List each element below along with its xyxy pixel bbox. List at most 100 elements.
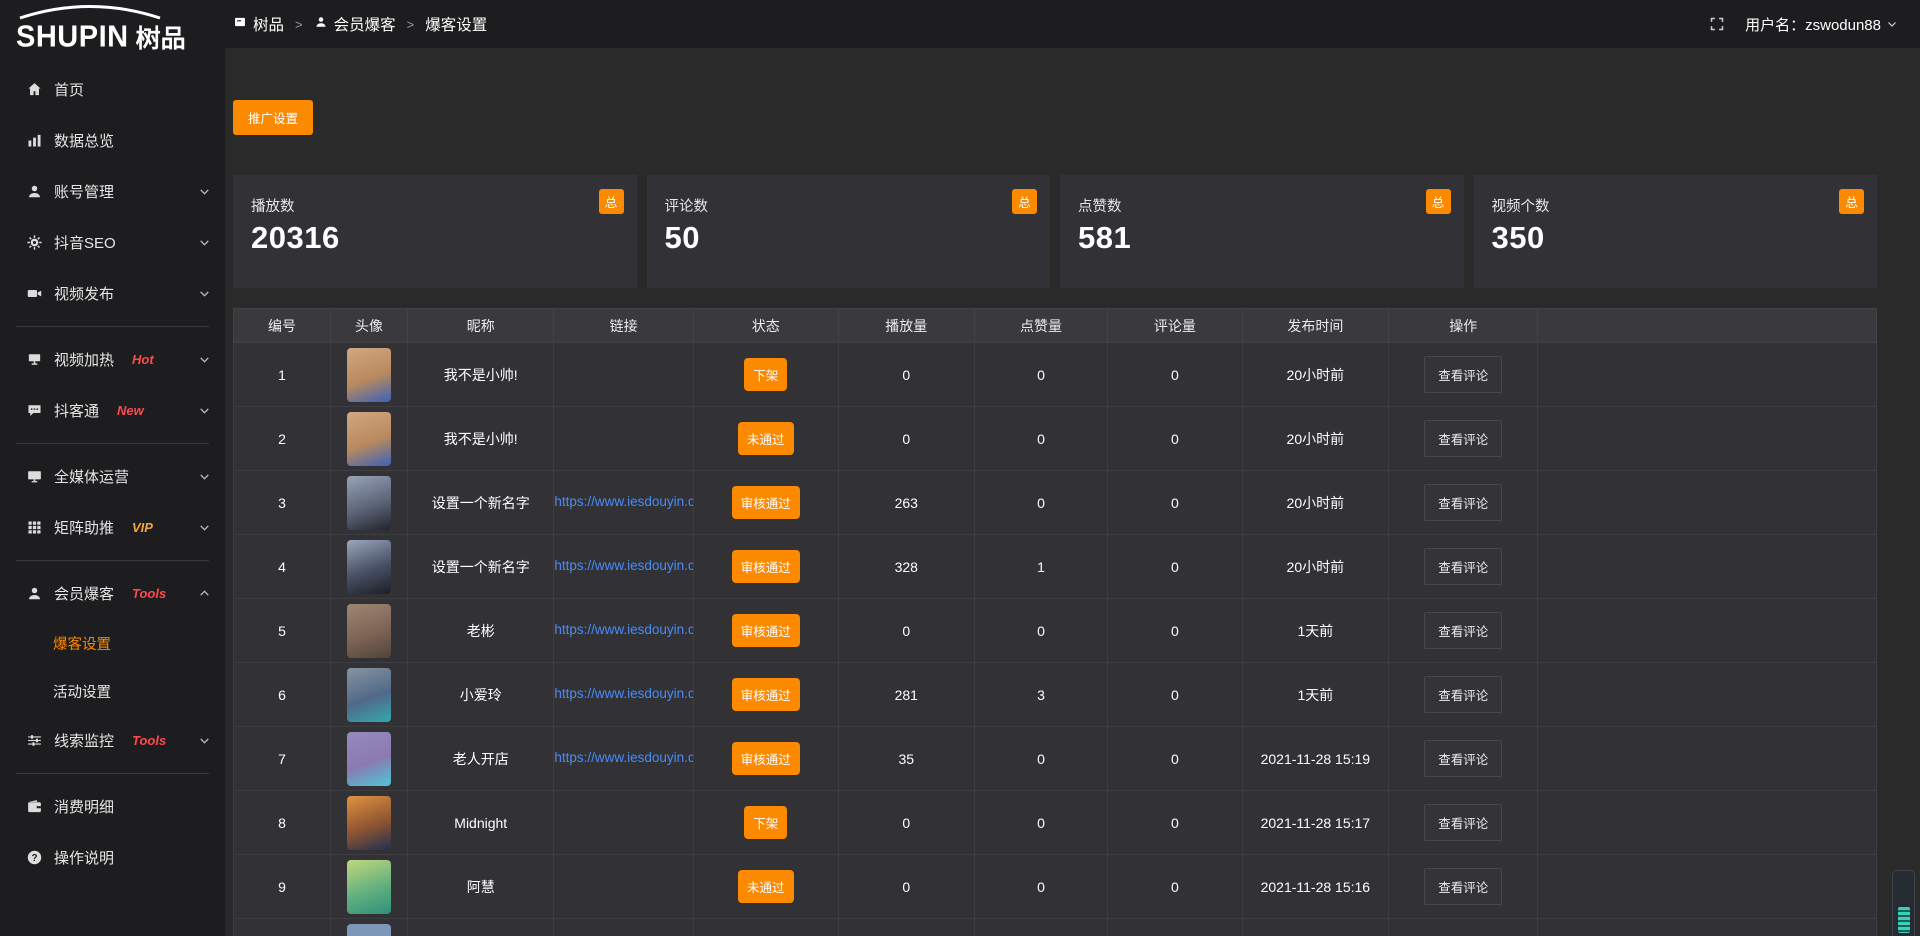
sidebar-item-badge: Tools xyxy=(132,586,166,601)
user-menu[interactable]: 用户名：zswodun88 xyxy=(1745,14,1898,35)
view-comments-button[interactable]: 查看评论 xyxy=(1424,740,1502,777)
cell-plays: 0 xyxy=(838,791,974,855)
video-link[interactable]: https://www.iesdouyin.c xyxy=(554,686,693,701)
cell-avatar xyxy=(330,535,407,599)
avatar[interactable] xyxy=(347,860,391,914)
avatar[interactable] xyxy=(347,540,391,594)
video-link[interactable]: https://www.iesdouyin.c xyxy=(554,558,693,573)
stat-card-label: 视频个数 xyxy=(1492,195,1860,216)
view-comments-button[interactable]: 查看评论 xyxy=(1424,868,1502,905)
logo-text-en: SHUPIN xyxy=(16,22,129,52)
sidebar-item-label: 抖音SEO xyxy=(54,232,116,253)
fullscreen-icon[interactable] xyxy=(1709,16,1725,32)
breadcrumb-label: 会员爆客 xyxy=(334,13,396,35)
sidebar-item-视频加热[interactable]: 视频加热Hot xyxy=(0,334,225,385)
sidebar-item-数据总览[interactable]: 数据总览 xyxy=(0,115,225,166)
sidebar-item-抖音SEO[interactable]: 抖音SEO xyxy=(0,217,225,268)
video-link[interactable]: https://www.iesdouyin.c xyxy=(554,750,693,765)
sidebar-item-操作说明[interactable]: ?操作说明 xyxy=(0,832,225,883)
view-comments-button[interactable]: 查看评论 xyxy=(1424,420,1502,457)
cell-number: 2 xyxy=(234,407,331,471)
avatar[interactable] xyxy=(347,412,391,466)
topbar: 树品>会员爆客>爆客设置 用户名：zswodun88 xyxy=(225,0,1920,48)
cell-status: 审核通过 xyxy=(694,471,839,535)
topbar-right: 用户名：zswodun88 xyxy=(1709,14,1898,35)
sidebar-item-抖客通[interactable]: 抖客通New xyxy=(0,385,225,436)
sidebar-subitem-爆客设置[interactable]: 爆客设置 xyxy=(0,619,225,667)
cell-status: 审核通过 xyxy=(694,535,839,599)
view-comments-button[interactable]: 查看评论 xyxy=(1424,548,1502,585)
status-badge[interactable]: 未通过 xyxy=(738,422,794,455)
column-header-状态: 状态 xyxy=(694,309,839,343)
table-row: 5老彬https://www.iesdouyin.c审核通过0001天前查看评论 xyxy=(234,599,1877,663)
cell-number: 7 xyxy=(234,727,331,791)
sidebar-item-视频发布[interactable]: 视频发布 xyxy=(0,268,225,319)
floating-widget[interactable] xyxy=(1892,870,1915,936)
status-badge[interactable]: 审核通过 xyxy=(732,614,800,647)
table-row: 9阿慧未通过0002021-11-28 15:16查看评论 xyxy=(234,855,1877,919)
cell-action: 查看评论 xyxy=(1388,599,1538,663)
sidebar-item-全媒体运营[interactable]: 全媒体运营 xyxy=(0,451,225,502)
status-badge[interactable]: 未通过 xyxy=(738,870,794,903)
video-link[interactable]: https://www.iesdouyin.c xyxy=(554,494,693,509)
view-comments-button[interactable]: 查看评论 xyxy=(1424,356,1502,393)
cell-avatar xyxy=(330,663,407,727)
cell-action: 查看评论 xyxy=(1388,407,1538,471)
sidebar-subitem-活动设置[interactable]: 活动设置 xyxy=(0,667,225,715)
cell-publish-time: 20小时前 xyxy=(1242,407,1388,471)
status-badge[interactable]: 审核通过 xyxy=(732,678,800,711)
member-icon xyxy=(26,585,44,602)
home-icon xyxy=(26,81,44,98)
cell-likes: 3 xyxy=(974,663,1107,727)
avatar[interactable] xyxy=(347,476,391,530)
chevron-down-icon xyxy=(198,734,211,747)
view-comments-button[interactable]: 查看评论 xyxy=(1424,804,1502,841)
view-comments-button[interactable]: 查看评论 xyxy=(1424,612,1502,649)
divider xyxy=(16,773,209,774)
cell-plays: 328 xyxy=(838,535,974,599)
video-link[interactable]: https://www.iesdouyin.c xyxy=(554,622,693,637)
table-body: 1我不是小帅!下架00020小时前查看评论2我不是小帅!未通过00020小时前查… xyxy=(234,343,1877,936)
total-badge: 总 xyxy=(1012,189,1037,214)
avatar[interactable] xyxy=(347,924,391,936)
sidebar-item-账号管理[interactable]: 账号管理 xyxy=(0,166,225,217)
promo-settings-button[interactable]: 推广设置 xyxy=(233,100,313,135)
sidebar-item-消费明细[interactable]: 消费明细 xyxy=(0,781,225,832)
cell-link xyxy=(554,855,694,919)
stripes-icon xyxy=(1898,907,1910,933)
avatar[interactable] xyxy=(347,796,391,850)
status-badge[interactable]: 审核通过 xyxy=(732,742,800,775)
avatar[interactable] xyxy=(347,732,391,786)
view-comments-button[interactable]: 查看评论 xyxy=(1424,484,1502,521)
status-badge[interactable]: 审核通过 xyxy=(732,486,800,519)
cell-likes: 1 xyxy=(974,535,1107,599)
total-badge: 总 xyxy=(1426,189,1451,214)
app-logo[interactable]: SHUPIN 树品 xyxy=(0,0,225,58)
breadcrumb-item-爆客设置[interactable]: 爆客设置 xyxy=(425,13,487,35)
cell-link xyxy=(554,791,694,855)
user-icon xyxy=(26,183,44,200)
sidebar-item-label: 会员爆客 xyxy=(54,583,114,604)
chevron-down-icon xyxy=(198,404,211,417)
status-badge[interactable]: 审核通过 xyxy=(732,550,800,583)
breadcrumb-item-树品[interactable]: 树品 xyxy=(233,13,284,35)
sidebar-item-线索监控[interactable]: 线索监控Tools xyxy=(0,715,225,766)
status-badge[interactable]: 下架 xyxy=(744,806,787,839)
status-badge[interactable]: 下架 xyxy=(744,358,787,391)
avatar[interactable] xyxy=(347,348,391,402)
view-comments-button[interactable]: 查看评论 xyxy=(1424,676,1502,713)
cell-publish-time: 1天前 xyxy=(1242,599,1388,663)
total-badge: 总 xyxy=(1839,189,1864,214)
cell-status xyxy=(694,919,839,936)
cell-likes: 0 xyxy=(974,343,1107,407)
sidebar-item-首页[interactable]: 首页 xyxy=(0,64,225,115)
avatar[interactable] xyxy=(347,668,391,722)
stat-cards: 播放数20316总评论数50总点赞数581总视频个数350总 xyxy=(233,175,1877,288)
sidebar-item-矩阵助推[interactable]: 矩阵助推VIP xyxy=(0,502,225,553)
sidebar-item-badge: VIP xyxy=(132,520,153,535)
chevron-down-icon xyxy=(198,185,211,198)
breadcrumb-item-会员爆客[interactable]: 会员爆客 xyxy=(314,13,396,35)
sidebar-item-会员爆客[interactable]: 会员爆客 Tools xyxy=(0,568,225,619)
avatar[interactable] xyxy=(347,604,391,658)
username-label: 用户名：zswodun88 xyxy=(1745,14,1881,35)
